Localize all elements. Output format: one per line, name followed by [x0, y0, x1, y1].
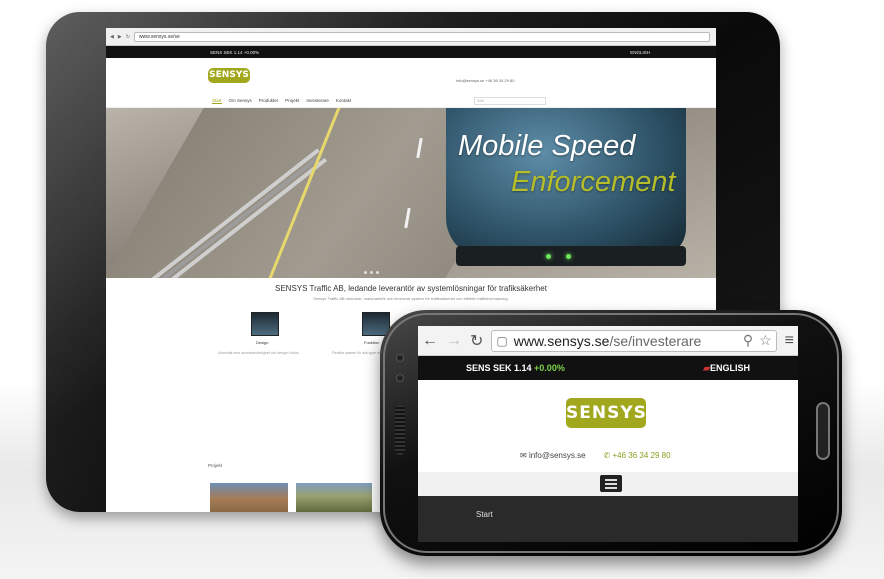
nav-start[interactable]: Start [212, 98, 222, 104]
reload-icon[interactable]: ↻ [470, 331, 483, 351]
vehicle-light [546, 254, 551, 259]
home-button[interactable] [816, 402, 830, 460]
url-path: /se/investerare [609, 332, 702, 349]
phone-ticker-bar: SENS SEK 1.14 +0.00% ▰ENGLISH [418, 356, 798, 380]
forward-arrow-icon[interactable]: → [446, 332, 462, 350]
flag-icon: ▰ [703, 362, 710, 373]
search-icon[interactable]: ⚲ [743, 332, 753, 349]
phone-text: +46 36 34 29 80 [612, 451, 671, 460]
forward-icon[interactable]: ▶ [118, 34, 122, 40]
back-icon[interactable]: ◀ [110, 34, 114, 40]
card-label: Design [256, 340, 269, 345]
menu-item-start[interactable]: Start [476, 510, 493, 519]
tablet-headline: SENSYS Traffic AB, ledande leverantör av… [275, 284, 547, 293]
tablet-ticker-bar: SENS SEK 1.14 +0.00% ENGLISH [106, 46, 716, 58]
phone-menu: Start [418, 496, 798, 542]
hero-title-line2: Enforcement [511, 166, 676, 198]
menu-icon[interactable]: ≡ [785, 332, 794, 350]
stock-price: SENS SEK 1.14 [466, 363, 532, 373]
card-text: Utvecklat med användarvänlighet och desi… [218, 351, 300, 355]
reload-icon[interactable]: ↻ [126, 34, 130, 40]
project-photo[interactable] [210, 483, 288, 512]
language-link[interactable]: ▰ENGLISH [703, 363, 750, 374]
vehicle-light [566, 254, 571, 259]
star-icon[interactable]: ☆ [759, 332, 772, 349]
card-label: Funktion [364, 340, 380, 345]
nav-om-sensys[interactable]: Om Sensys [229, 98, 252, 103]
product-showcase: ◀ ▶ ↻ www.sensys.se/se SENS SEK 1.14 +0.… [0, 0, 884, 579]
tablet-language-link[interactable]: ENGLISH [630, 50, 650, 55]
tablet-stock-quote: SENS SEK 1.14 +0.00% [210, 49, 260, 55]
phone-browser-toolbar: ← → ↻ ▢ www.sensys.se/se/investerare ⚲ ☆… [418, 326, 798, 356]
phone-icon: ✆ [603, 451, 611, 460]
tablet-search-input[interactable]: Sök [474, 97, 546, 105]
tablet-address-bar[interactable]: www.sensys.se/se [133, 31, 710, 42]
hero-banner[interactable]: Mobile Speed Enforcement [106, 108, 716, 278]
tablet-nav: Start Om Sensys Produkter Projekt Invest… [106, 94, 716, 108]
tablet-browser-toolbar: ◀ ▶ ↻ www.sensys.se/se [106, 28, 716, 46]
carousel-dots[interactable] [364, 271, 379, 274]
hero-vehicle-base [456, 246, 686, 266]
language-label: ENGLISH [709, 362, 750, 373]
back-arrow-icon[interactable]: ← [422, 332, 438, 350]
phone-menu-bar [418, 472, 798, 496]
speaker-grille [395, 405, 405, 455]
mail-icon: ✉ [520, 451, 527, 460]
tablet-contact-info: info@sensys.se +46 36 34 29 80 [456, 78, 515, 83]
url-domain: www.sensys.se [513, 332, 610, 349]
tablet-header: SENSYS info@sensys.se +46 36 34 29 80 [106, 58, 716, 94]
phone-stock-quote: SENS SEK 1.14 +0.00% [466, 363, 565, 373]
sensor-icon [396, 374, 404, 382]
email-text: info@sensys.se [528, 451, 586, 460]
phone-device: ← → ↻ ▢ www.sensys.se/se/investerare ⚲ ☆… [380, 310, 842, 556]
camera-icon [396, 354, 404, 362]
nav-projekt[interactable]: Projekt [285, 98, 299, 103]
hamburger-icon[interactable] [600, 475, 622, 492]
project-photo[interactable] [296, 483, 372, 512]
card-thumbnail[interactable] [251, 312, 279, 336]
projects-heading: Projekt [208, 463, 223, 468]
nav-produkter[interactable]: Produkter [259, 98, 279, 103]
nav-kontakt[interactable]: Kontakt [336, 98, 351, 103]
phone-address-bar[interactable]: ▢ www.sensys.se/se/investerare ⚲ ☆ [491, 329, 777, 352]
stock-change: +0.00% [534, 363, 565, 373]
phone-logo[interactable]: SENSYS [566, 398, 646, 428]
phone-link[interactable]: ✆ +46 36 34 29 80 [604, 451, 671, 460]
nav-investerare[interactable]: Investerare [306, 98, 329, 103]
phone-contact-info: ✉ info@sensys.se ✆ +46 36 34 29 80 [520, 451, 671, 460]
tablet-logo[interactable]: SENSYS [208, 68, 250, 83]
page-icon: ▢ [496, 333, 508, 348]
phone-screen: ← → ↻ ▢ www.sensys.se/se/investerare ⚲ ☆… [418, 326, 798, 542]
hero-title-line1: Mobile Speed [458, 130, 636, 162]
email-link[interactable]: ✉ info@sensys.se [520, 451, 586, 460]
